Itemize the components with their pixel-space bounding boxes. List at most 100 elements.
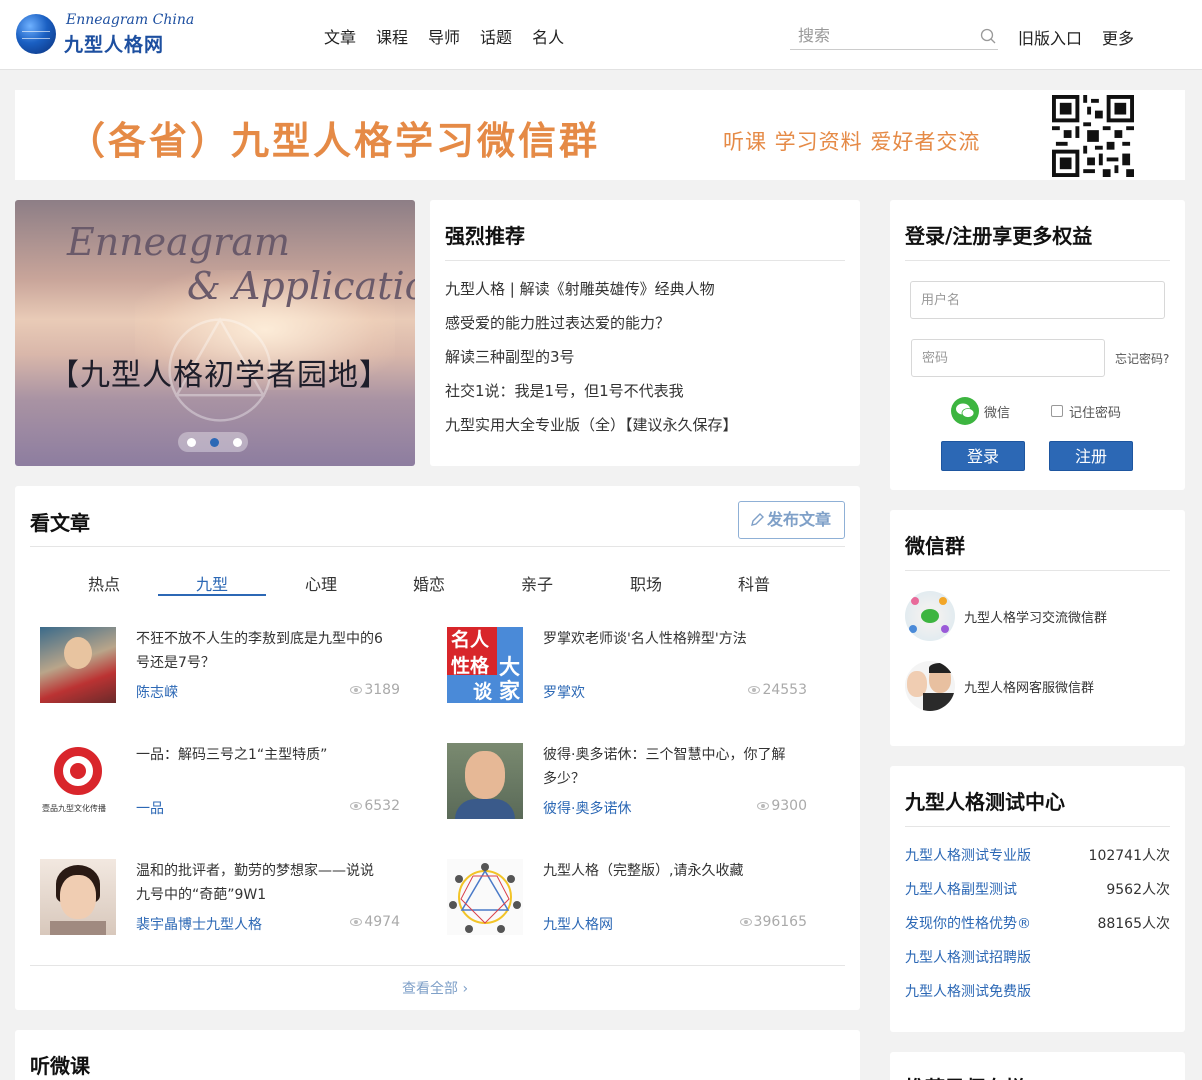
pencil-icon [751,513,764,526]
test-count: 88165人次 [1097,916,1170,932]
recommend-item[interactable]: 社交1说：我是1号，但1号不代表我 [445,380,684,401]
tab-workplace[interactable]: 职场 [592,571,700,595]
test-link[interactable]: 九型人格测试招聘版 [905,947,1031,967]
test-link[interactable]: 发现你的性格优势® [905,913,1031,933]
tab-psychology[interactable]: 心理 [267,571,375,595]
recommend-item[interactable]: 九型人格 | 解读《射雕英雄传》经典人物 [445,278,715,299]
enneagram-diagram-icon [449,863,521,933]
article-title[interactable]: 一品：解码三号之1“主型特质” [136,743,386,767]
nav-item-articles[interactable]: 文章 [324,24,356,48]
wechat-icon[interactable] [951,397,979,425]
forgot-password-link[interactable]: 忘记密码? [1115,350,1169,367]
eye-icon [350,918,363,926]
article-author[interactable]: 一品 [136,798,164,818]
tab-science[interactable]: 科普 [700,571,808,595]
search-input[interactable] [790,22,970,48]
chevron-right-icon: › [462,981,469,997]
wechat-groups-title: 微信群 [905,534,965,558]
article-thumbnail[interactable] [447,743,523,819]
eye-icon [739,918,752,926]
wechat-group-name[interactable]: 九型人格网客服微信群 [964,677,1094,696]
old-version-link[interactable]: 旧版入口 [1018,25,1082,49]
article-views: 4974 [330,914,400,930]
publish-article-label: 发布文章 [767,510,832,529]
article-author[interactable]: 罗掌欢 [543,682,585,702]
site-logo[interactable]: Enneagram China 九型人格网 [16,12,194,58]
slider-dot-3[interactable] [233,438,242,447]
eye-icon [350,802,363,810]
article-views: 9300 [737,798,807,814]
slide-heading-line2: & Application [187,264,415,308]
article-title[interactable]: 不狂不放不人生的李敖到底是九型中的6号还是7号？ [136,627,386,675]
nav-item-mentors[interactable]: 导师 [428,24,460,48]
login-panel: 登录/注册享更多权益 忘记密码? 微信 记住密码 登录 注册 [890,200,1185,490]
test-center-panel: 九型人格测试中心 九型人格测试专业版 102741人次 九型人格副型测试 956… [890,766,1185,1032]
eye-icon [748,686,761,694]
article-thumbnail[interactable] [40,627,116,703]
group-avatar[interactable] [905,591,955,641]
banner-subtitle: 听课 学习资料 爱好者交流 [723,130,981,154]
test-link[interactable]: 九型人格副型测试 [905,879,1017,899]
eye-icon [757,802,770,810]
wechat-login-label[interactable]: 微信 [984,402,1010,421]
search-bar [790,22,998,50]
tab-enneagram[interactable]: 九型 [158,571,266,595]
article-author[interactable]: 九型人格网 [543,914,613,934]
slide-caption: 【九型人格初学者园地】 [49,358,390,393]
nav-item-courses[interactable]: 课程 [376,24,408,48]
article-thumbnail[interactable]: 壹品九型文化传播 [40,743,116,819]
publish-article-button[interactable]: 发布文章 [738,501,845,539]
logo-english-text: Enneagram China [66,12,195,28]
article-views: 24553 [737,682,807,698]
logo-chinese-text: 九型人格网 [64,34,165,56]
article-author[interactable]: 陈志嵘 [136,682,178,702]
article-thumbnail[interactable] [40,859,116,935]
test-count: 9562人次 [1106,882,1170,898]
register-button[interactable]: 注册 [1049,441,1133,471]
remember-password-label[interactable]: 记住密码 [1069,402,1121,421]
article-thumbnail[interactable] [447,859,523,935]
view-all-articles-link[interactable]: 查看全部 › [402,978,468,998]
article-title[interactable]: 九型人格（完整版）,请永久收藏 [543,859,793,883]
main-nav: 文章 课程 导师 话题 名人 [324,24,584,48]
active-tab-indicator [158,594,266,596]
slider-dot-1[interactable] [187,438,196,447]
article-author[interactable]: 彼得·奥多诺休 [543,798,631,818]
tab-love[interactable]: 婚恋 [375,571,483,595]
globe-logo-icon [16,14,56,54]
article-title[interactable]: 罗掌欢老师谈'名人性格辨型'方法 [543,627,793,651]
site-header: Enneagram China 九型人格网 文章 课程 导师 话题 名人 旧版入… [0,0,1202,70]
article-title[interactable]: 彼得·奥多诺休：三个智慧中心，你了解多少？ [543,743,793,791]
wechat-group-name[interactable]: 九型人格学习交流微信群 [964,607,1107,626]
login-title: 登录/注册享更多权益 [905,224,1093,248]
article-views: 396165 [737,914,807,930]
login-button[interactable]: 登录 [941,441,1025,471]
article-thumbnail[interactable]: 名人 大 性格 家 谈 [447,627,523,703]
slide-heading-line1: Enneagram [67,220,291,264]
remember-password-checkbox[interactable] [1051,405,1063,417]
more-link[interactable]: 更多 [1102,25,1134,49]
micro-course-panel: 听微课 [15,1030,860,1080]
recommend-item[interactable]: 九型实用大全专业版（全）【建议永久保存】 [445,414,738,435]
nav-item-celebrities[interactable]: 名人 [532,24,564,48]
teacher-rank-panel: 推荐导师专栏 [890,1052,1185,1080]
group-avatar[interactable] [905,661,955,711]
wechat-group-banner[interactable]: （各省）九型人格学习微信群 听课 学习资料 爱好者交流 [15,90,1185,180]
recommend-item[interactable]: 感受爱的能力胜过表达爱的能力？ [445,312,670,333]
article-title[interactable]: 温和的批评者，勤劳的梦想家——说说九号中的“奇葩”9W1 [136,859,386,907]
tab-parenting[interactable]: 亲子 [483,571,591,595]
tab-hot[interactable]: 热点 [50,571,158,595]
recommend-item[interactable]: 解读三种副型的3号 [445,346,575,367]
hero-slider[interactable]: Enneagram & Application 【九型人格初学者园地】 [15,200,415,466]
test-link[interactable]: 九型人格测试专业版 [905,845,1031,865]
search-icon[interactable] [980,28,996,44]
article-views: 3189 [330,682,400,698]
articles-title: 看文章 [30,511,90,535]
username-input[interactable] [910,281,1165,319]
test-center-title: 九型人格测试中心 [905,790,1065,814]
slider-dot-2-active[interactable] [210,438,219,447]
test-link[interactable]: 九型人格测试免费版 [905,981,1031,1001]
article-author[interactable]: 裴宇晶博士九型人格 [136,914,262,934]
password-input[interactable] [911,339,1105,377]
nav-item-topics[interactable]: 话题 [480,24,512,48]
